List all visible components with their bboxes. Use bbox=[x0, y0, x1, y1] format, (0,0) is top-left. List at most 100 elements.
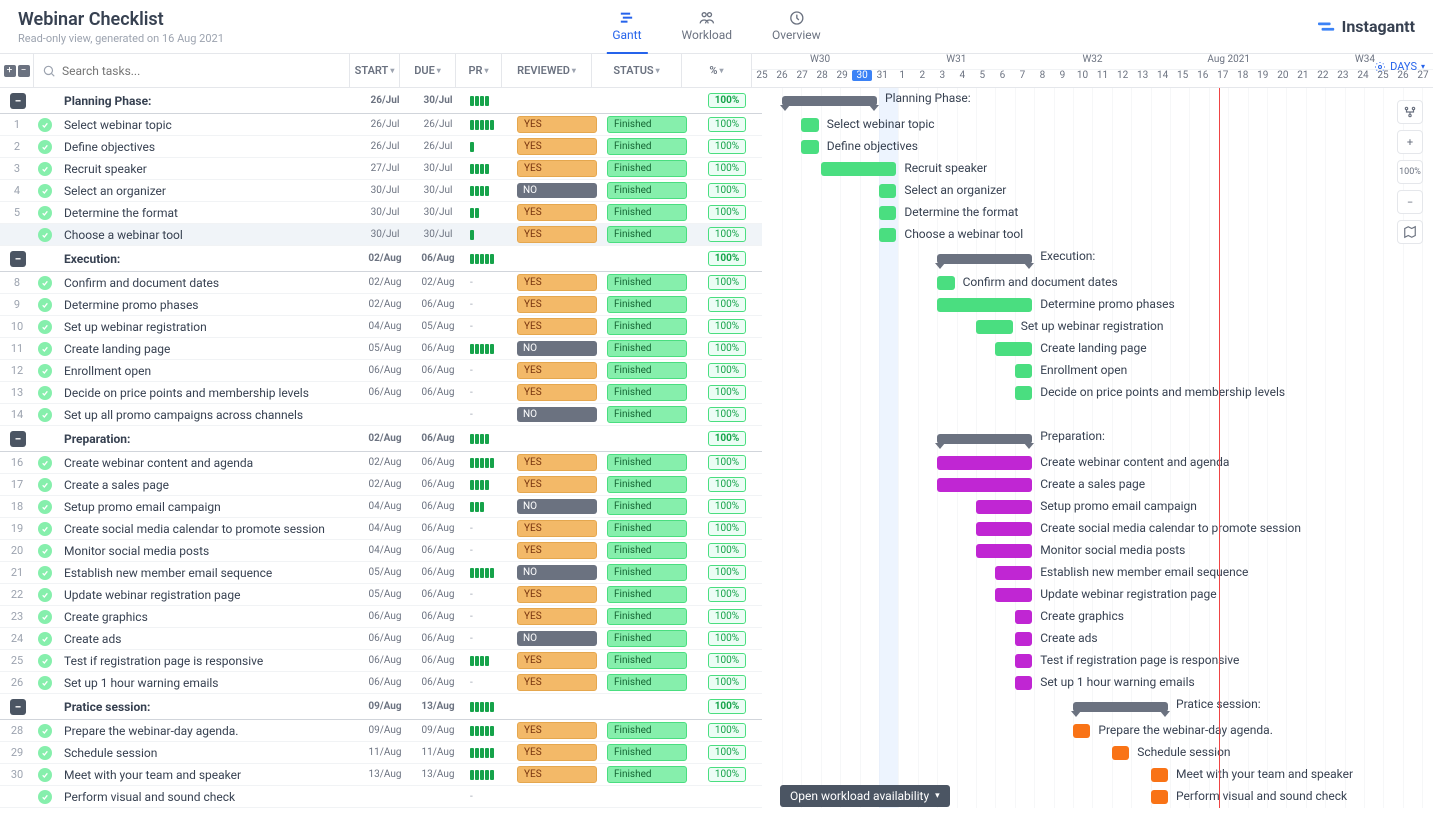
expand-collapse-buttons[interactable]: +− bbox=[0, 54, 34, 87]
gantt-bar[interactable] bbox=[1015, 386, 1032, 400]
gantt-bar[interactable] bbox=[937, 298, 1032, 312]
col-header-pr[interactable]: PR▾ bbox=[456, 54, 502, 87]
collapse-icon[interactable]: − bbox=[10, 699, 26, 715]
gantt-bar[interactable] bbox=[782, 96, 877, 106]
day-10[interactable]: 10 bbox=[1073, 70, 1093, 88]
branch-icon[interactable] bbox=[1397, 100, 1423, 124]
day-11[interactable]: 11 bbox=[1093, 70, 1113, 88]
day-18[interactable]: 18 bbox=[1233, 70, 1253, 88]
gantt-bar[interactable] bbox=[1015, 654, 1032, 668]
collapse-icon[interactable]: − bbox=[10, 93, 26, 109]
task-row[interactable]: 28Prepare the webinar-day agenda.09/Aug0… bbox=[0, 720, 762, 742]
gantt-bar[interactable] bbox=[821, 162, 897, 176]
col-header-start[interactable]: START▾ bbox=[350, 54, 400, 87]
col-header-reviewed[interactable]: REVIEWED▾ bbox=[502, 54, 592, 87]
task-row[interactable]: 9Determine promo phases02/Aug06/Aug-YESF… bbox=[0, 294, 762, 316]
task-row[interactable]: 26Set up 1 hour warning emails06/Aug06/A… bbox=[0, 672, 762, 694]
col-header-pct[interactable]: %▾ bbox=[682, 54, 752, 87]
gantt-bar[interactable] bbox=[1073, 724, 1090, 738]
day-4[interactable]: 4 bbox=[952, 70, 972, 88]
gantt-bar[interactable] bbox=[937, 456, 1032, 470]
gantt-bar[interactable] bbox=[1151, 768, 1168, 782]
map-icon[interactable] bbox=[1397, 220, 1423, 244]
group-row[interactable]: −Preparation:02/Aug06/Aug100% bbox=[0, 426, 762, 452]
gantt-bar[interactable] bbox=[976, 500, 1032, 514]
gantt-bar[interactable] bbox=[801, 140, 818, 154]
day-26[interactable]: 26 bbox=[772, 70, 792, 88]
day-7[interactable]: 7 bbox=[1012, 70, 1032, 88]
col-header-status[interactable]: STATUS▾ bbox=[592, 54, 682, 87]
tab-gantt[interactable]: Gantt bbox=[606, 6, 647, 54]
gantt-bar[interactable] bbox=[1151, 790, 1168, 804]
task-row[interactable]: 22Update webinar registration page05/Aug… bbox=[0, 584, 762, 606]
gantt-bar[interactable] bbox=[976, 320, 1013, 334]
day-17[interactable]: 17 bbox=[1213, 70, 1233, 88]
task-row[interactable]: 18Setup promo email campaign04/Aug06/Aug… bbox=[0, 496, 762, 518]
gantt-bar[interactable] bbox=[937, 478, 1032, 492]
day-24[interactable]: 24 bbox=[1353, 70, 1373, 88]
gantt-bar[interactable] bbox=[879, 228, 896, 242]
zoom-in-button[interactable]: + bbox=[1397, 130, 1423, 154]
day-1[interactable]: 1 bbox=[892, 70, 912, 88]
task-row[interactable]: 16Create webinar content and agenda02/Au… bbox=[0, 452, 762, 474]
gantt-bar[interactable] bbox=[1015, 610, 1032, 624]
day-19[interactable]: 19 bbox=[1253, 70, 1273, 88]
task-row[interactable]: Perform visual and sound check- bbox=[0, 786, 762, 808]
task-row[interactable]: 8Confirm and document dates02/Aug02/Aug-… bbox=[0, 272, 762, 294]
day-25[interactable]: 25 bbox=[752, 70, 772, 88]
day-5[interactable]: 5 bbox=[972, 70, 992, 88]
gantt-bar[interactable] bbox=[976, 522, 1032, 536]
day-20[interactable]: 20 bbox=[1273, 70, 1293, 88]
gantt-bar[interactable] bbox=[1112, 746, 1129, 760]
gantt-bar[interactable] bbox=[976, 544, 1032, 558]
gantt-bar[interactable] bbox=[879, 206, 896, 220]
day-12[interactable]: 12 bbox=[1113, 70, 1133, 88]
task-row[interactable]: 4Select an organizer30/Jul30/JulNOFinish… bbox=[0, 180, 762, 202]
task-row[interactable]: 20Monitor social media posts04/Aug06/Aug… bbox=[0, 540, 762, 562]
task-row[interactable]: 23Create graphics06/Aug06/Aug-YESFinishe… bbox=[0, 606, 762, 628]
day-29[interactable]: 29 bbox=[832, 70, 852, 88]
gantt-bar[interactable] bbox=[937, 434, 1032, 444]
day-3[interactable]: 3 bbox=[932, 70, 952, 88]
task-row[interactable]: 24Create ads06/Aug06/Aug-NOFinished100% bbox=[0, 628, 762, 650]
gantt-bar[interactable] bbox=[937, 254, 1032, 264]
task-row[interactable]: 25Test if registration page is responsiv… bbox=[0, 650, 762, 672]
gantt-bar[interactable] bbox=[1015, 676, 1032, 690]
day-2[interactable]: 2 bbox=[912, 70, 932, 88]
task-row[interactable]: 11Create landing page05/Aug06/AugNOFinis… bbox=[0, 338, 762, 360]
task-row[interactable]: 30Meet with your team and speaker13/Aug1… bbox=[0, 764, 762, 786]
task-row[interactable]: 2Define objectives26/Jul26/JulYESFinishe… bbox=[0, 136, 762, 158]
task-row[interactable]: 21Establish new member email sequence05/… bbox=[0, 562, 762, 584]
day-13[interactable]: 13 bbox=[1133, 70, 1153, 88]
zoom-out-button[interactable]: − bbox=[1397, 190, 1423, 214]
task-row[interactable]: 29Schedule session11/Aug11/AugYESFinishe… bbox=[0, 742, 762, 764]
gantt-bar[interactable] bbox=[879, 184, 896, 198]
day-9[interactable]: 9 bbox=[1052, 70, 1072, 88]
day-6[interactable]: 6 bbox=[992, 70, 1012, 88]
gantt-bar[interactable] bbox=[801, 118, 818, 132]
group-row[interactable]: −Planning Phase:26/Jul30/Jul100% bbox=[0, 88, 762, 114]
day-28[interactable]: 28 bbox=[812, 70, 832, 88]
day-16[interactable]: 16 bbox=[1193, 70, 1213, 88]
collapse-icon[interactable]: − bbox=[10, 431, 26, 447]
task-row[interactable]: 13Decide on price points and membership … bbox=[0, 382, 762, 404]
gantt-bar[interactable] bbox=[995, 588, 1032, 602]
task-row[interactable]: 3Recruit speaker27/Jul30/JulYESFinished1… bbox=[0, 158, 762, 180]
task-row[interactable]: Choose a webinar tool30/Jul30/JulYESFini… bbox=[0, 224, 762, 246]
group-row[interactable]: −Execution:02/Aug06/Aug100% bbox=[0, 246, 762, 272]
task-row[interactable]: 10Set up webinar registration04/Aug05/Au… bbox=[0, 316, 762, 338]
task-row[interactable]: 14Set up all promo campaigns across chan… bbox=[0, 404, 762, 426]
day-8[interactable]: 8 bbox=[1032, 70, 1052, 88]
gantt-bar[interactable] bbox=[1015, 632, 1032, 646]
gantt-bar[interactable] bbox=[1073, 702, 1168, 712]
gantt-bar[interactable] bbox=[937, 276, 954, 290]
task-row[interactable]: 19Create social media calendar to promot… bbox=[0, 518, 762, 540]
task-row[interactable]: 12Enrollment open06/Aug06/Aug-YESFinishe… bbox=[0, 360, 762, 382]
collapse-icon[interactable]: − bbox=[10, 251, 26, 267]
day-27[interactable]: 27 bbox=[792, 70, 812, 88]
day-14[interactable]: 14 bbox=[1153, 70, 1173, 88]
day-30[interactable]: 30 bbox=[852, 70, 872, 88]
gantt-bar[interactable] bbox=[995, 566, 1032, 580]
group-row[interactable]: −Pratice session:09/Aug13/Aug100% bbox=[0, 694, 762, 720]
gantt-bar[interactable] bbox=[995, 342, 1032, 356]
